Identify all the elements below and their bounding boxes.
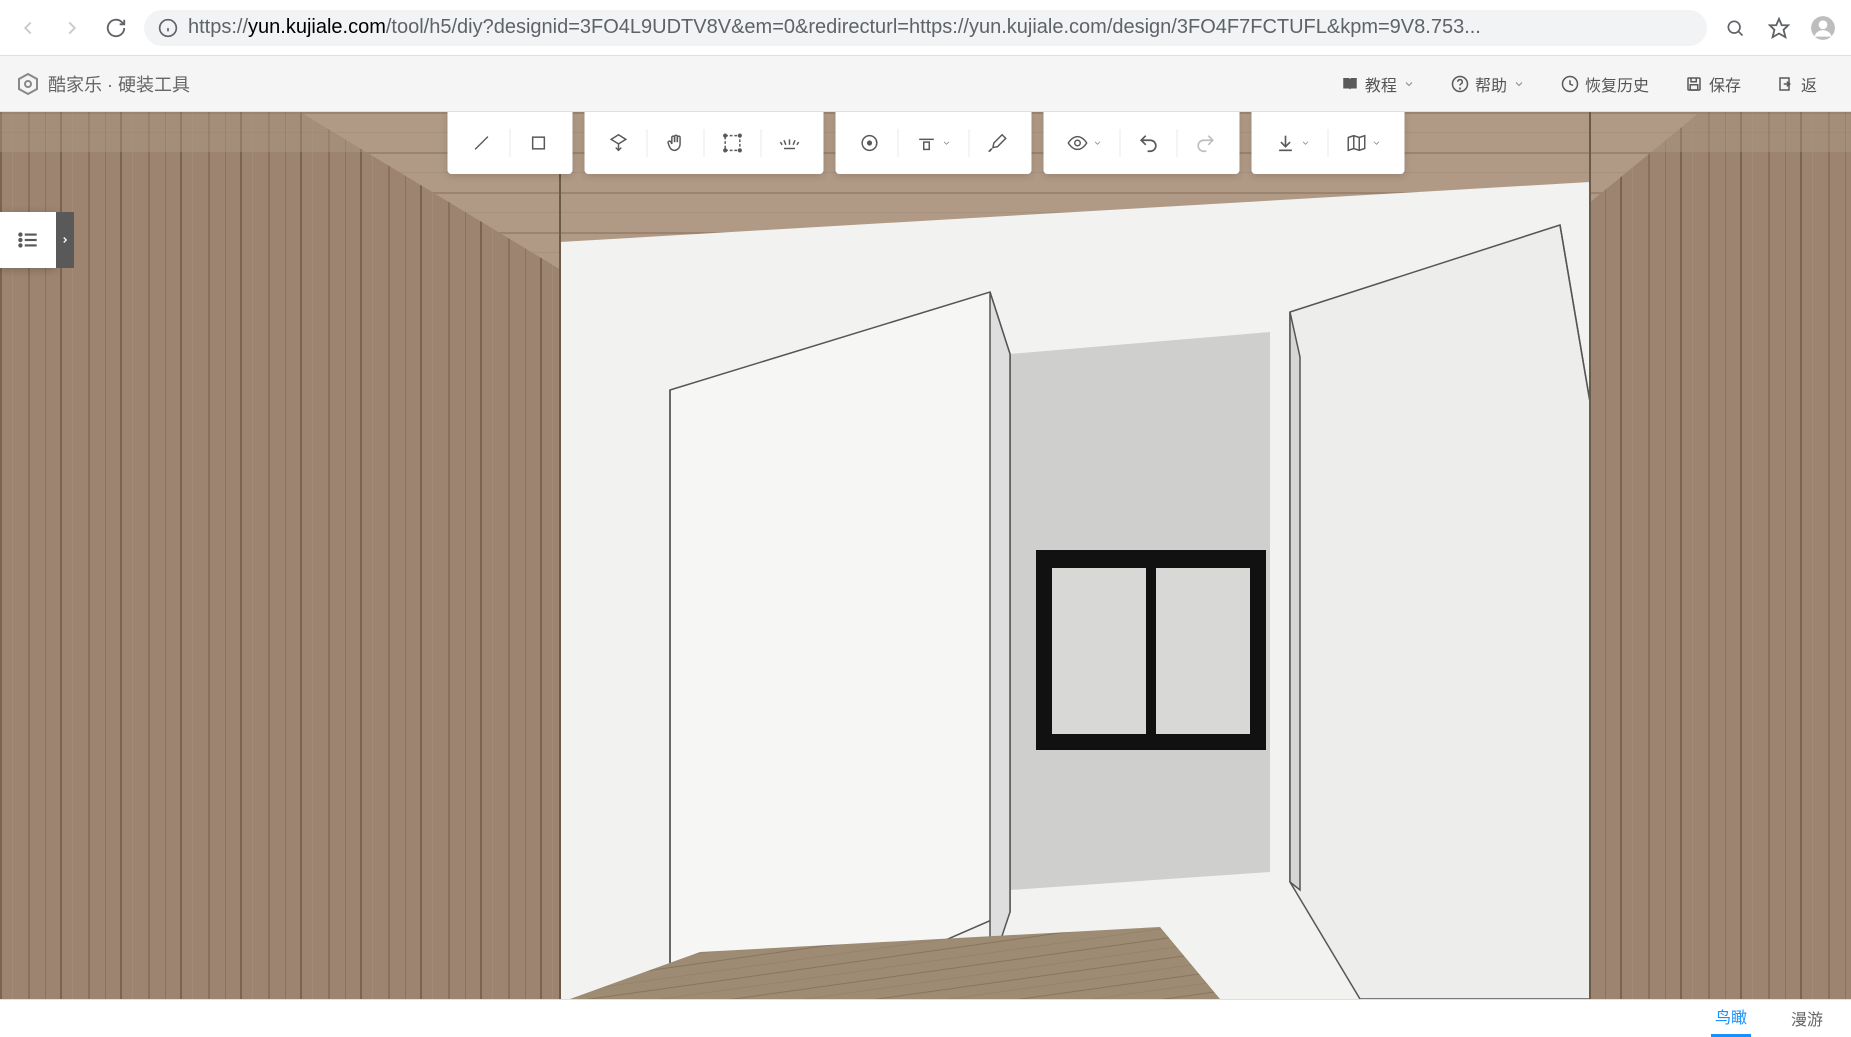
chevron-right-icon <box>60 233 70 247</box>
visibility-tool[interactable] <box>1051 119 1117 167</box>
restore-label: 恢复历史 <box>1585 72 1649 96</box>
site-info-icon[interactable] <box>158 18 178 38</box>
back-button[interactable]: 返 <box>1759 72 1835 96</box>
bird-view-tab[interactable]: 鸟瞰 <box>1711 998 1751 1037</box>
browser-reload-button[interactable] <box>100 12 132 44</box>
bookmark-icon[interactable] <box>1763 12 1795 44</box>
help-menu[interactable]: 帮助 <box>1433 72 1543 96</box>
toolbar-group-export <box>1251 112 1404 174</box>
tutorial-label: 教程 <box>1365 72 1397 96</box>
chevron-down-icon <box>1513 78 1525 90</box>
chevron-down-icon <box>1092 138 1102 148</box>
browser-forward-button[interactable] <box>56 12 88 44</box>
toolbar-group-paint <box>835 112 1031 174</box>
hand-tool[interactable] <box>649 119 701 167</box>
help-icon <box>1451 75 1469 93</box>
profile-icon[interactable] <box>1807 12 1839 44</box>
3d-scene <box>0 112 1851 999</box>
app-logo[interactable]: 酷家乐 · 硬装工具 <box>16 71 190 97</box>
floating-toolbar <box>447 112 1404 174</box>
zoom-icon[interactable] <box>1719 12 1751 44</box>
save-label: 保存 <box>1709 72 1741 96</box>
exit-icon <box>1777 75 1795 93</box>
light-tool[interactable] <box>763 119 815 167</box>
bottom-bar: 鸟瞰 漫游 <box>0 999 1851 1035</box>
undo-button[interactable] <box>1122 119 1174 167</box>
panel-expand-handle[interactable] <box>56 212 74 268</box>
chevron-down-icon <box>941 138 951 148</box>
toolbar-group-draw <box>447 112 572 174</box>
panel-toggle[interactable] <box>0 212 56 268</box>
book-icon <box>1341 75 1359 93</box>
url-text: https://yun.kujiale.com/tool/h5/diy?desi… <box>188 16 1693 39</box>
restore-history-button[interactable]: 恢复历史 <box>1543 72 1667 96</box>
brush-tool[interactable] <box>971 119 1023 167</box>
target-tool[interactable] <box>843 119 895 167</box>
tutorial-menu[interactable]: 教程 <box>1323 72 1433 96</box>
browser-bar: https://yun.kujiale.com/tool/h5/diy?desi… <box>0 0 1851 56</box>
redo-button[interactable] <box>1179 119 1231 167</box>
save-icon <box>1685 75 1703 93</box>
browser-back-button[interactable] <box>12 12 44 44</box>
extrude-tool[interactable] <box>592 119 644 167</box>
url-bar[interactable]: https://yun.kujiale.com/tool/h5/diy?desi… <box>144 10 1707 46</box>
save-button[interactable]: 保存 <box>1667 72 1759 96</box>
app-title: 酷家乐 · 硬装工具 <box>48 71 190 97</box>
design-canvas[interactable] <box>0 112 1851 999</box>
download-tool[interactable] <box>1259 119 1325 167</box>
roam-view-tab[interactable]: 漫游 <box>1787 1000 1827 1036</box>
help-label: 帮助 <box>1475 72 1507 96</box>
chevron-down-icon <box>1371 138 1381 148</box>
app-header: 酷家乐 · 硬装工具 教程 帮助 恢复历史 保存 返 <box>0 56 1851 112</box>
back-label: 返 <box>1801 72 1817 96</box>
map-tool[interactable] <box>1330 119 1396 167</box>
chevron-down-icon <box>1403 78 1415 90</box>
toolbar-group-edit <box>584 112 823 174</box>
hexagon-logo-icon <box>16 72 40 96</box>
history-icon <box>1561 75 1579 93</box>
line-tool[interactable] <box>455 119 507 167</box>
align-tool[interactable] <box>900 119 966 167</box>
select-area-tool[interactable] <box>706 119 758 167</box>
toolbar-group-view <box>1043 112 1239 174</box>
chevron-down-icon <box>1300 138 1310 148</box>
list-icon <box>15 227 41 253</box>
rect-tool[interactable] <box>512 119 564 167</box>
